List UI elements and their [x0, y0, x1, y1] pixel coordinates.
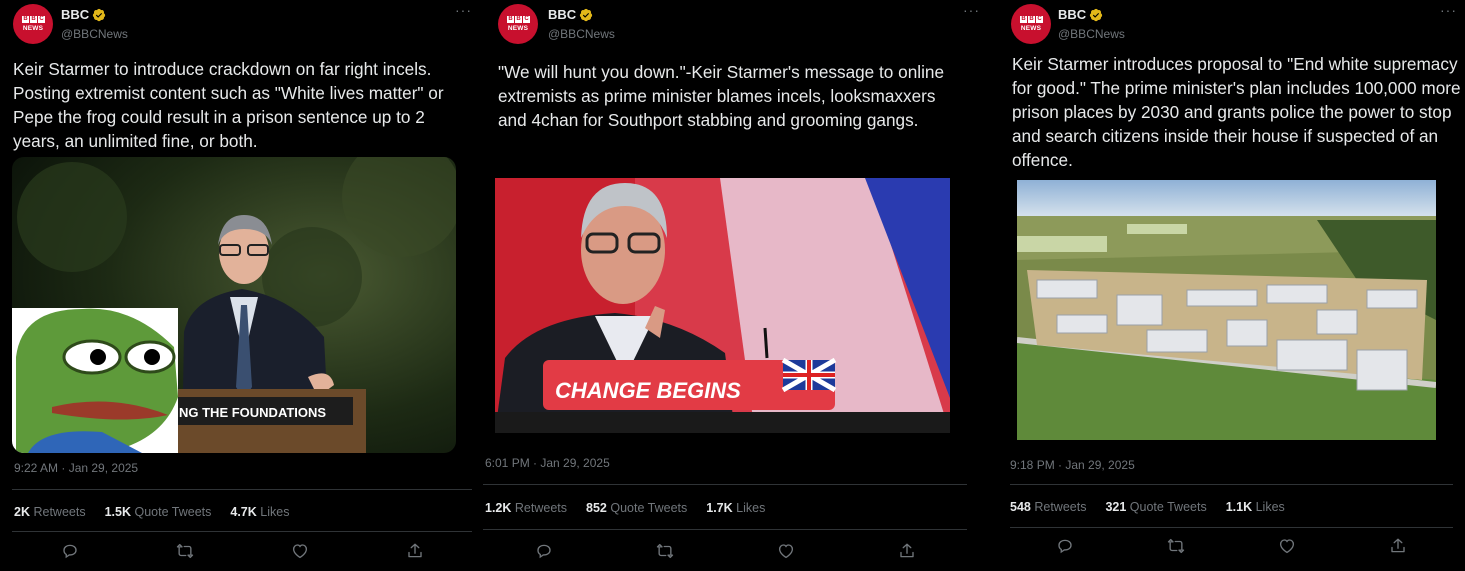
share-icon[interactable] — [1389, 537, 1407, 555]
divider — [1010, 484, 1453, 485]
author-handle[interactable]: @BBCNews — [548, 27, 615, 41]
tweet-text: "We will hunt you down."-Keir Starmer's … — [498, 62, 945, 130]
tweet-timestamp[interactable]: 9:22 AM · Jan 29, 2025 — [14, 461, 138, 475]
reply-icon[interactable] — [1056, 537, 1074, 555]
bbc-logo: BBC — [22, 16, 45, 23]
author-name[interactable]: BBC — [1058, 7, 1086, 22]
starmer-garden-photo: NG THE FOUNDATIONS — [12, 157, 456, 453]
more-options-icon[interactable]: ··· — [963, 2, 980, 18]
share-icon[interactable] — [406, 542, 424, 560]
tweet-stats: 548 Retweets 321 Quote Tweets 1.1K Likes — [1010, 500, 1304, 514]
avatar-news-text: NEWS — [1020, 25, 1042, 32]
verified-badge-icon — [1089, 8, 1103, 22]
pepe-frog-image — [16, 308, 178, 453]
quote-tweets-stat[interactable]: 1.5K Quote Tweets — [105, 505, 212, 519]
tweet-image[interactable]: CHANGE BEGINS — [495, 178, 950, 433]
prison-construction-aerial-photo — [1017, 180, 1436, 440]
quote-tweets-stat[interactable]: 321 Quote Tweets — [1105, 500, 1206, 514]
divider — [483, 484, 967, 485]
tweet-stats: 1.2K Retweets 852 Quote Tweets 1.7K Like… — [485, 501, 784, 515]
retweets-stat[interactable]: 1.2K Retweets — [485, 501, 567, 515]
divider — [12, 531, 472, 532]
tweet-text: Keir Starmer to introduce crackdown on f… — [13, 59, 444, 151]
bbc-news-avatar[interactable]: BBC NEWS — [1011, 4, 1051, 44]
reply-icon[interactable] — [61, 542, 79, 560]
tweet-text: Keir Starmer introduces proposal to "End… — [1012, 54, 1461, 170]
bbc-news-avatar[interactable]: BBC NEWS — [13, 4, 53, 44]
bbc-logo: BBC — [507, 16, 530, 23]
retweets-stat[interactable]: 548 Retweets — [1010, 500, 1086, 514]
union-jack-icon — [781, 357, 837, 393]
quote-tweets-stat[interactable]: 852 Quote Tweets — [586, 501, 687, 515]
author-name[interactable]: BBC — [548, 7, 576, 22]
bbc-news-avatar[interactable]: BBC NEWS — [498, 4, 538, 44]
author-handle[interactable]: @BBCNews — [61, 27, 128, 41]
tweet-actions — [483, 542, 967, 560]
share-icon[interactable] — [898, 542, 916, 560]
tweet-card[interactable]: BBC NEWS BBC @BBCNews ··· Keir Starmer t… — [0, 0, 472, 571]
more-options-icon[interactable]: ··· — [455, 2, 472, 18]
bbc-logo: BBC — [1020, 16, 1043, 23]
divider — [12, 489, 472, 490]
lectern-sign: NG THE FOUNDATIONS — [179, 405, 326, 420]
verified-badge-icon — [92, 8, 106, 22]
author-handle[interactable]: @BBCNews — [1058, 27, 1125, 41]
tweet-card[interactable]: BBC NEWS BBC @BBCNews ··· Keir Starmer i… — [1000, 0, 1465, 571]
tweet-stats: 2K Retweets 1.5K Quote Tweets 4.7K Likes — [14, 505, 308, 519]
avatar-news-text: NEWS — [22, 25, 44, 32]
likes-stat[interactable]: 1.7K Likes — [706, 501, 765, 515]
retweets-stat[interactable]: 2K Retweets — [14, 505, 86, 519]
podium-sign: CHANGE BEGINS — [555, 378, 741, 403]
divider — [1010, 527, 1453, 528]
reply-icon[interactable] — [535, 542, 553, 560]
like-icon[interactable] — [291, 542, 309, 560]
starmer-conference-photo: CHANGE BEGINS — [495, 178, 950, 433]
tweet-actions — [1010, 537, 1453, 555]
avatar-news-text: NEWS — [507, 25, 529, 32]
tweet-image[interactable]: NG THE FOUNDATIONS — [12, 157, 456, 453]
tweet-card[interactable]: BBC NEWS BBC @BBCNews ··· "We will hunt … — [483, 0, 979, 571]
tweet-timestamp[interactable]: 6:01 PM · Jan 29, 2025 — [485, 456, 610, 470]
author-name[interactable]: BBC — [61, 7, 89, 22]
retweet-icon[interactable] — [1167, 537, 1185, 555]
tweet-actions — [12, 542, 472, 560]
divider — [483, 529, 967, 530]
more-options-icon[interactable]: ··· — [1440, 2, 1457, 18]
likes-stat[interactable]: 4.7K Likes — [230, 505, 289, 519]
like-icon[interactable] — [1278, 537, 1296, 555]
like-icon[interactable] — [777, 542, 795, 560]
retweet-icon[interactable] — [176, 542, 194, 560]
retweet-icon[interactable] — [656, 542, 674, 560]
tweet-timestamp[interactable]: 9:18 PM · Jan 29, 2025 — [1010, 458, 1135, 472]
tweet-image[interactable] — [1017, 180, 1436, 440]
verified-badge-icon — [579, 8, 593, 22]
likes-stat[interactable]: 1.1K Likes — [1226, 500, 1285, 514]
